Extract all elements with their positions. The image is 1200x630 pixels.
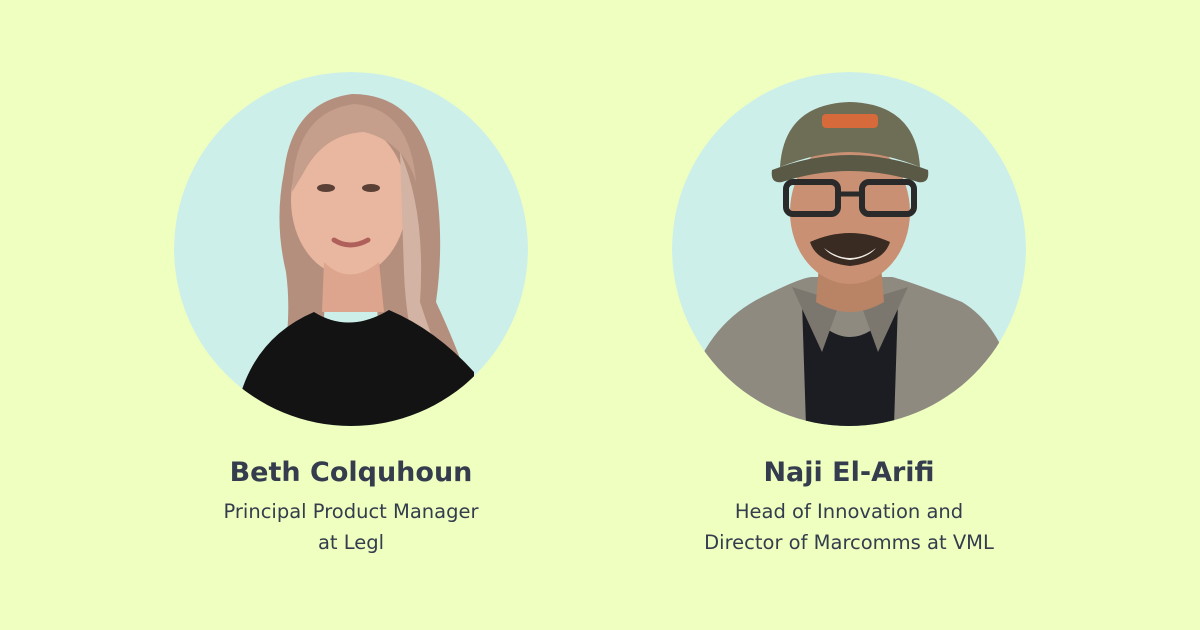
portrait-photo-icon [672, 72, 1026, 426]
speaker-role: Principal Product Manager at Legl [223, 496, 478, 558]
speaker-beth: Beth Colquhoun Principal Product Manager… [141, 72, 561, 558]
speaker-role-line: Principal Product Manager [223, 500, 479, 523]
speaker-role-line: Director of Marcomms at VML [704, 531, 994, 554]
speaker-role-line: at Legl [317, 531, 385, 554]
portrait-photo-icon [174, 72, 528, 426]
speaker-card: Beth Colquhoun Principal Product Manager… [0, 0, 1200, 630]
speaker-role: Head of Innovation and Director of Marco… [704, 496, 994, 558]
speaker-photo-beth [174, 72, 528, 426]
speaker-naji: Naji El-Arifi Head of Innovation and Dir… [639, 72, 1059, 558]
speaker-role-line: Head of Innovation and [734, 500, 964, 523]
speaker-name: Naji El-Arifi [763, 457, 935, 488]
speaker-photo-naji [672, 72, 1026, 426]
speaker-name: Beth Colquhoun [229, 457, 473, 488]
